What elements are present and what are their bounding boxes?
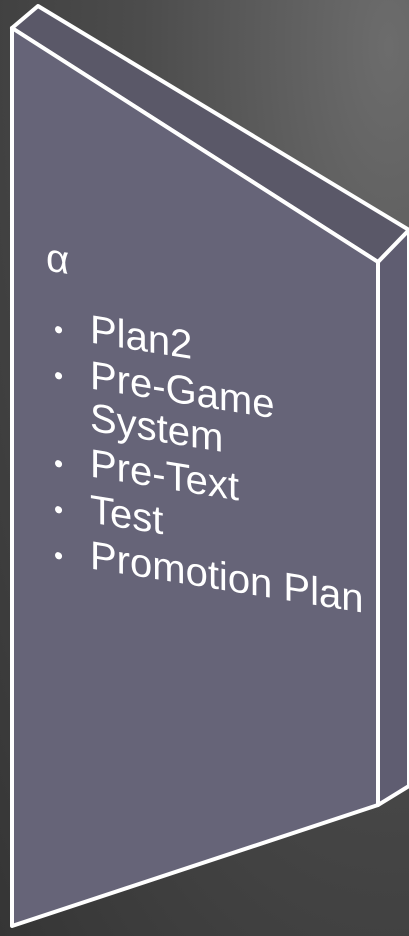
bullet-dot-icon: • <box>54 447 64 480</box>
panel-side-face <box>376 228 409 807</box>
bullet-list: • Plan2 • Pre-Game System • Pre-Text • T… <box>44 301 374 622</box>
bullet-dot-icon: • <box>54 493 64 526</box>
panel-content: α • Plan2 • Pre-Game System • Pre-Text •… <box>44 235 374 626</box>
bullet-dot-icon: • <box>54 539 64 572</box>
bullet-dot-icon: • <box>54 359 64 392</box>
bullet-dot-icon: • <box>54 313 64 346</box>
